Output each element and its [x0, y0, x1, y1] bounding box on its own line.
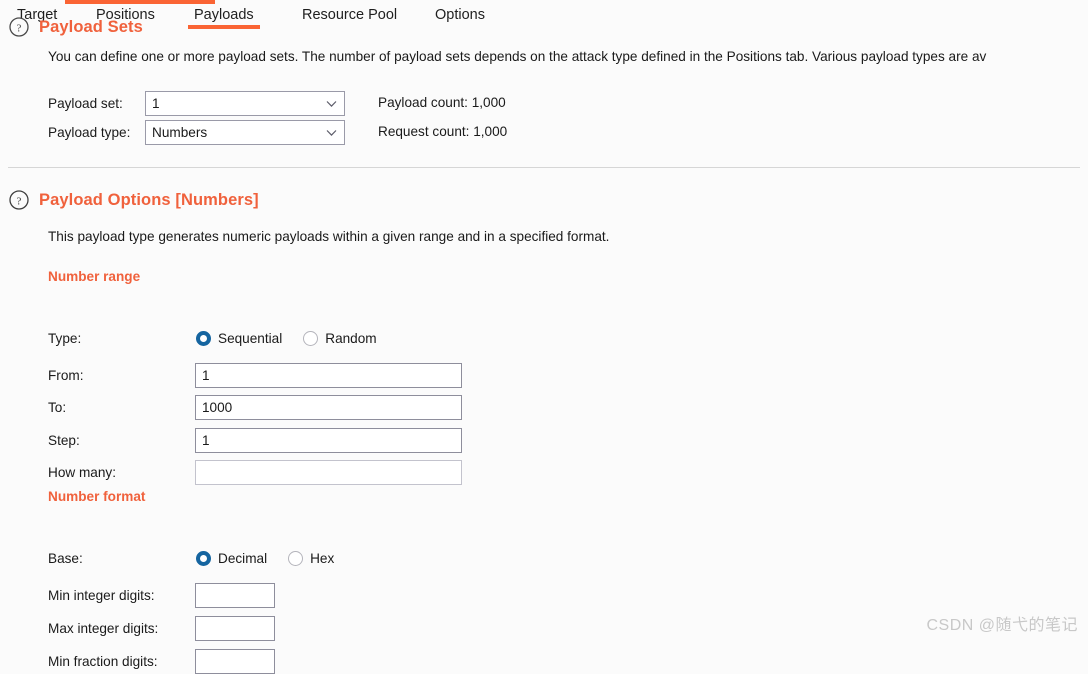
tab-options-label: Options — [435, 7, 485, 23]
max-integer-digits-row: Max integer digits: — [48, 616, 275, 641]
max-integer-digits-input[interactable] — [195, 616, 275, 641]
payload-count-text: Payload count: 1,000 — [378, 95, 506, 110]
payload-options-header: ? Payload Options [Numbers] — [8, 189, 259, 211]
radio-random-mark — [303, 331, 319, 346]
min-fraction-digits-input[interactable] — [195, 649, 275, 674]
max-integer-digits-label: Max integer digits: — [48, 621, 159, 636]
payload-set-select[interactable]: 1 — [145, 91, 345, 116]
radio-sequential-mark — [196, 331, 211, 346]
payload-type-select[interactable]: Numbers — [145, 120, 345, 145]
svg-text:?: ? — [17, 23, 22, 35]
base-label: Base: — [48, 551, 83, 566]
payload-options-description: This payload type generates numeric payl… — [48, 229, 610, 244]
payload-set-row: Payload set: 1 — [48, 91, 345, 116]
chevron-down-icon — [326, 100, 337, 107]
payload-sets-title: Payload Sets — [39, 17, 143, 36]
from-row: From: 1 — [48, 363, 462, 388]
number-format-heading: Number format — [48, 489, 146, 504]
section-divider — [8, 167, 1080, 168]
radio-decimal-label: Decimal — [218, 551, 268, 566]
request-count-text: Request count: 1,000 — [378, 124, 508, 139]
payload-set-value: 1 — [152, 96, 160, 111]
radio-random[interactable]: Random — [303, 331, 377, 346]
tab-payloads-label: Payloads — [194, 7, 254, 23]
svg-text:?: ? — [17, 196, 22, 208]
to-label: To: — [48, 400, 67, 415]
number-range-type-row: Type: Sequential Random — [48, 331, 377, 346]
tab-resource-pool[interactable]: Resource Pool — [302, 4, 397, 29]
to-row: To: 1000 — [48, 395, 462, 420]
how-many-input[interactable] — [195, 460, 462, 485]
radio-decimal-mark — [196, 551, 211, 566]
how-many-row: How many: — [48, 460, 462, 485]
radio-sequential[interactable]: Sequential — [196, 331, 282, 346]
payload-type-label: Payload type: — [48, 125, 131, 140]
payload-sets-header: ? Payload Sets — [8, 16, 143, 38]
min-fraction-digits-row: Min fraction digits: — [48, 649, 275, 674]
min-integer-digits-row: Min integer digits: — [48, 583, 275, 608]
from-input[interactable]: 1 — [195, 363, 462, 388]
step-label: Step: — [48, 433, 80, 448]
step-input[interactable]: 1 — [195, 428, 462, 453]
number-range-heading: Number range — [48, 269, 141, 284]
payload-set-label: Payload set: — [48, 96, 123, 111]
payloads-panel: ? Payload Sets You can define one or mor… — [0, 17, 1088, 674]
payload-options-title: Payload Options [Numbers] — [39, 190, 259, 209]
radio-decimal[interactable]: Decimal — [196, 551, 267, 566]
tab-bar: Target Positions Payloads Resource Pool … — [0, 4, 1088, 30]
radio-hex-mark — [288, 551, 304, 566]
payload-type-value: Numbers — [152, 125, 208, 140]
radio-hex-label: Hex — [310, 551, 335, 566]
radio-random-label: Random — [325, 331, 377, 346]
chevron-down-icon — [326, 129, 337, 136]
tab-payloads[interactable]: Payloads — [188, 4, 260, 29]
tab-resource-pool-label: Resource Pool — [302, 7, 398, 23]
radio-hex[interactable]: Hex — [288, 551, 334, 566]
step-row: Step: 1 — [48, 428, 462, 453]
min-fraction-digits-label: Min fraction digits: — [48, 654, 158, 669]
payload-sets-description: You can define one or more payload sets.… — [48, 49, 987, 64]
how-many-label: How many: — [48, 465, 116, 480]
tab-options[interactable]: Options — [435, 4, 485, 29]
min-integer-digits-input[interactable] — [195, 583, 275, 608]
watermark: CSDN @随弋的笔记 — [926, 617, 1078, 634]
question-circle-icon[interactable]: ? — [8, 16, 30, 38]
to-input[interactable]: 1000 — [195, 395, 462, 420]
radio-sequential-label: Sequential — [218, 331, 283, 346]
from-label: From: — [48, 368, 84, 383]
min-integer-digits-label: Min integer digits: — [48, 588, 155, 603]
payload-type-row: Payload type: Numbers — [48, 120, 345, 145]
question-circle-icon[interactable]: ? — [8, 189, 30, 211]
number-format-base-row: Base: Decimal Hex — [48, 551, 334, 566]
type-label: Type: — [48, 331, 82, 346]
